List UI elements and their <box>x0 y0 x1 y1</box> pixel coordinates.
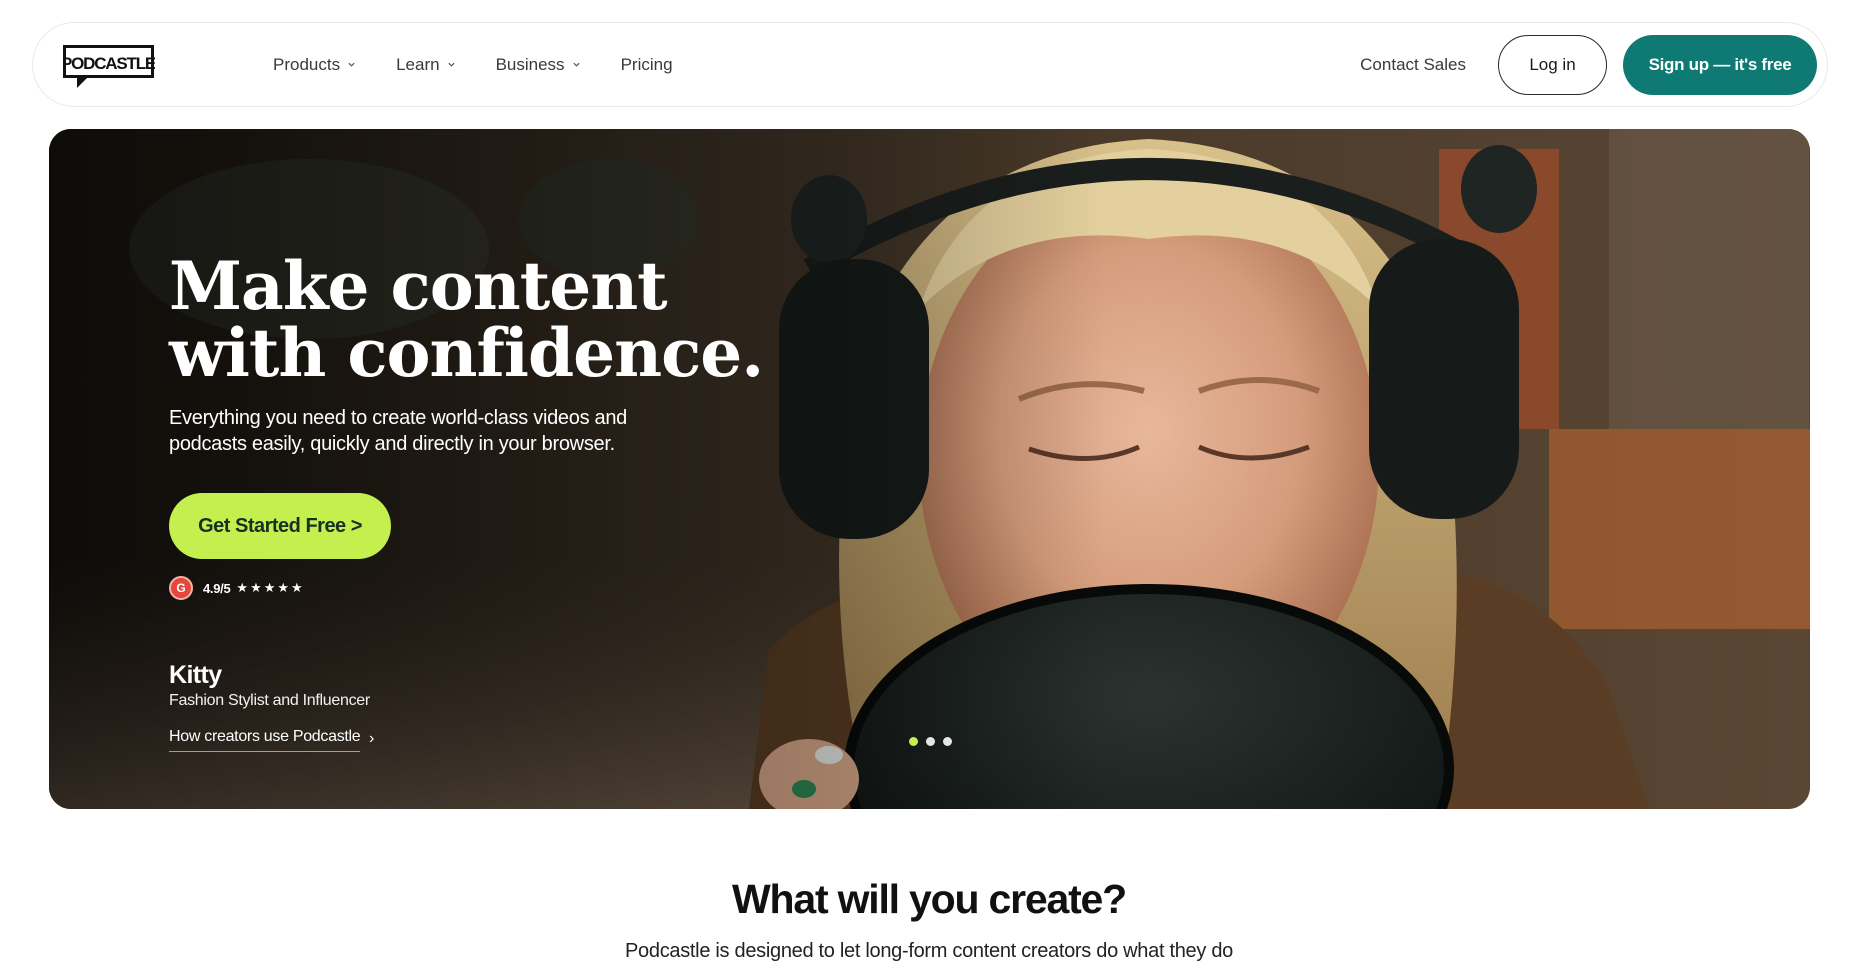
login-button[interactable]: Log in <box>1498 34 1607 95</box>
star-rating-icon: ★★★★★ <box>236 580 305 595</box>
chevron-down-icon <box>348 62 355 67</box>
g2-rating: G 4.9/5 ★★★★★ <box>169 576 305 600</box>
g2-logo-icon: G <box>169 576 193 600</box>
hero-banner: Make content with confidence. Everything… <box>49 129 1810 809</box>
creator-name: Kitty <box>169 661 222 689</box>
carousel-dot-1[interactable] <box>909 737 918 746</box>
menu-item-label: Business <box>495 54 565 74</box>
headline-line-2: with confidence. <box>169 314 764 392</box>
section-title: What will you create? <box>732 876 1127 922</box>
menu-item-learn[interactable]: Learn <box>396 55 455 75</box>
menu-item-label: Learn <box>396 54 440 74</box>
chevron-down-icon <box>572 62 580 67</box>
menu-item-products[interactable]: Products <box>273 55 356 75</box>
get-started-button[interactable]: Get Started Free > <box>169 493 391 559</box>
top-navbar: PODCASTLE Products Learn Business Pricin… <box>32 22 1828 107</box>
menu-item-business[interactable]: Business <box>496 55 581 75</box>
signup-button[interactable]: Sign up — it's free <box>1623 34 1817 95</box>
menu-item-label: Products <box>273 54 341 74</box>
rating-value: 4.9/5 <box>203 580 231 596</box>
chevron-right-icon[interactable]: › <box>369 730 374 748</box>
podcastle-logo[interactable]: PODCASTLE <box>63 45 155 89</box>
section-subtitle: Podcastle is designed to let long-form c… <box>625 940 1233 962</box>
creator-role: Fashion Stylist and Influencer <box>169 692 370 709</box>
contact-sales-link[interactable]: Contact Sales <box>1360 55 1466 75</box>
creator-story-link[interactable]: How creators use Podcastle <box>169 728 361 752</box>
menu-item-label: Pricing <box>620 54 673 74</box>
menu-item-pricing[interactable]: Pricing <box>621 55 673 75</box>
logo-wordmark: PODCASTLE <box>63 54 155 73</box>
carousel-pagination <box>909 737 952 746</box>
hero-subheading: Everything you need to create world-clas… <box>169 407 627 455</box>
chevron-down-icon <box>447 62 455 67</box>
carousel-dot-3[interactable] <box>943 737 952 746</box>
hero-headline: Make content with confidence. <box>169 253 789 387</box>
main-menu: Products Learn Business Pricing <box>273 23 673 106</box>
carousel-dot-2[interactable] <box>926 737 935 746</box>
nav-actions: Contact Sales Log in Sign up — it's free <box>1360 23 1817 106</box>
